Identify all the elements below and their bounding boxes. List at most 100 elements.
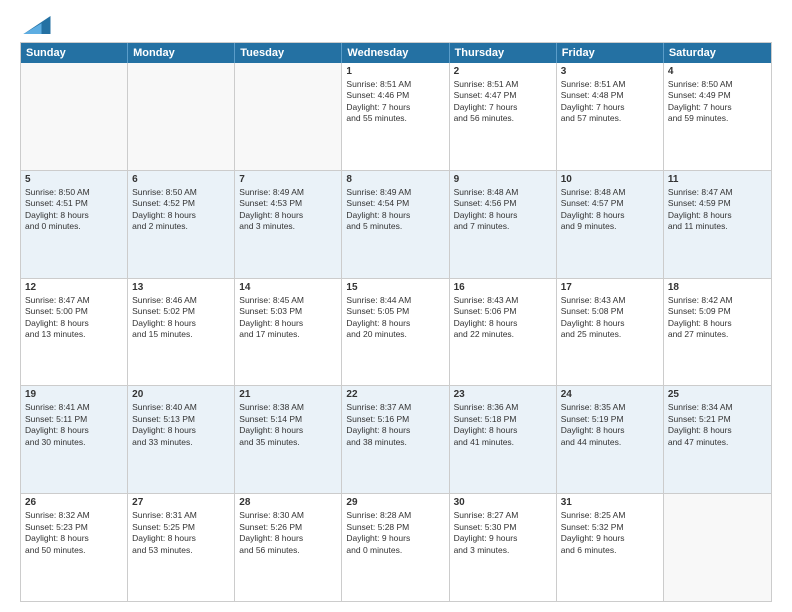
calendar-cell: 2 Sunrise: 8:51 AM Sunset: 4:47 PM Daylig… [450, 63, 557, 170]
day-number: 13 [132, 282, 230, 293]
calendar-cell: 11 Sunrise: 8:47 AM Sunset: 4:59 PM Dayli… [664, 171, 771, 278]
day-number: 1 [346, 66, 444, 77]
day-info: Sunrise: 8:25 AM Sunset: 5:32 PM Dayligh… [561, 510, 659, 556]
header-day-thursday: Thursday [450, 43, 557, 63]
day-info: Sunrise: 8:50 AM Sunset: 4:49 PM Dayligh… [668, 79, 767, 125]
header-day-saturday: Saturday [664, 43, 771, 63]
day-info: Sunrise: 8:42 AM Sunset: 5:09 PM Dayligh… [668, 295, 767, 341]
day-number: 24 [561, 389, 659, 400]
calendar-cell: 28 Sunrise: 8:30 AM Sunset: 5:26 PM Dayli… [235, 494, 342, 601]
day-info: Sunrise: 8:49 AM Sunset: 4:53 PM Dayligh… [239, 187, 337, 233]
day-info: Sunrise: 8:44 AM Sunset: 5:05 PM Dayligh… [346, 295, 444, 341]
day-info: Sunrise: 8:48 AM Sunset: 4:57 PM Dayligh… [561, 187, 659, 233]
day-info: Sunrise: 8:46 AM Sunset: 5:02 PM Dayligh… [132, 295, 230, 341]
header-day-tuesday: Tuesday [235, 43, 342, 63]
calendar-cell: 29 Sunrise: 8:28 AM Sunset: 5:28 PM Dayli… [342, 494, 449, 601]
calendar-cell: 13 Sunrise: 8:46 AM Sunset: 5:02 PM Dayli… [128, 279, 235, 386]
day-info: Sunrise: 8:30 AM Sunset: 5:26 PM Dayligh… [239, 510, 337, 556]
header-day-friday: Friday [557, 43, 664, 63]
calendar-cell: 27 Sunrise: 8:31 AM Sunset: 5:25 PM Dayli… [128, 494, 235, 601]
calendar-cell: 4 Sunrise: 8:50 AM Sunset: 4:49 PM Daylig… [664, 63, 771, 170]
calendar-cell: 14Sunrise: 8:45 AM Sunset: 5:03 PM Dayli… [235, 279, 342, 386]
page: SundayMondayTuesdayWednesdayThursdayFrid… [0, 0, 792, 612]
calendar-cell: 9Sunrise: 8:48 AM Sunset: 4:56 PM Daylig… [450, 171, 557, 278]
calendar-cell: 1 Sunrise: 8:51 AM Sunset: 4:46 PM Daylig… [342, 63, 449, 170]
day-info: Sunrise: 8:31 AM Sunset: 5:25 PM Dayligh… [132, 510, 230, 556]
day-info: Sunrise: 8:50 AM Sunset: 4:52 PM Dayligh… [132, 187, 230, 233]
calendar-row-4: 19 Sunrise: 8:41 AM Sunset: 5:11 PM Dayli… [21, 386, 771, 494]
day-number: 28 [239, 497, 337, 508]
logo [20, 16, 52, 34]
calendar-cell: 21 Sunrise: 8:38 AM Sunset: 5:14 PM Dayli… [235, 386, 342, 493]
calendar-cell [664, 494, 771, 601]
calendar-row-2: 5 Sunrise: 8:50 AM Sunset: 4:51 PM Daylig… [21, 171, 771, 279]
day-number: 16 [454, 282, 552, 293]
calendar-cell: 25 Sunrise: 8:34 AM Sunset: 5:21 PM Dayli… [664, 386, 771, 493]
day-info: Sunrise: 8:32 AM Sunset: 5:23 PM Dayligh… [25, 510, 123, 556]
header-day-sunday: Sunday [21, 43, 128, 63]
day-info: Sunrise: 8:35 AM Sunset: 5:19 PM Dayligh… [561, 402, 659, 448]
calendar-cell: 31 Sunrise: 8:25 AM Sunset: 5:32 PM Dayli… [557, 494, 664, 601]
day-info: Sunrise: 8:43 AM Sunset: 5:06 PM Dayligh… [454, 295, 552, 341]
calendar-cell: 30 Sunrise: 8:27 AM Sunset: 5:30 PM Dayli… [450, 494, 557, 601]
header [20, 16, 772, 34]
day-number: 21 [239, 389, 337, 400]
day-number: 11 [668, 174, 767, 185]
day-number: 12 [25, 282, 123, 293]
day-number: 15 [346, 282, 444, 293]
day-info: Sunrise: 8:27 AM Sunset: 5:30 PM Dayligh… [454, 510, 552, 556]
day-info: Sunrise: 8:47 AM Sunset: 5:00 PM Dayligh… [25, 295, 123, 341]
day-number: 3 [561, 66, 659, 77]
day-number: 23 [454, 389, 552, 400]
day-number: 31 [561, 497, 659, 508]
day-info: Sunrise: 8:51 AM Sunset: 4:47 PM Dayligh… [454, 79, 552, 125]
calendar-cell: 23Sunrise: 8:36 AM Sunset: 5:18 PM Dayli… [450, 386, 557, 493]
calendar-cell: 19 Sunrise: 8:41 AM Sunset: 5:11 PM Dayli… [21, 386, 128, 493]
calendar-cell: 15 Sunrise: 8:44 AM Sunset: 5:05 PM Dayli… [342, 279, 449, 386]
day-info: Sunrise: 8:37 AM Sunset: 5:16 PM Dayligh… [346, 402, 444, 448]
day-info: Sunrise: 8:48 AM Sunset: 4:56 PM Dayligh… [454, 187, 552, 233]
day-info: Sunrise: 8:28 AM Sunset: 5:28 PM Dayligh… [346, 510, 444, 556]
calendar-cell [21, 63, 128, 170]
day-number: 19 [25, 389, 123, 400]
calendar-cell [128, 63, 235, 170]
day-number: 2 [454, 66, 552, 77]
day-number: 20 [132, 389, 230, 400]
calendar-body: 1 Sunrise: 8:51 AM Sunset: 4:46 PM Daylig… [21, 63, 771, 601]
calendar-cell: 6Sunrise: 8:50 AM Sunset: 4:52 PM Daylig… [128, 171, 235, 278]
calendar-cell: 5 Sunrise: 8:50 AM Sunset: 4:51 PM Daylig… [21, 171, 128, 278]
calendar-cell: 10Sunrise: 8:48 AM Sunset: 4:57 PM Dayli… [557, 171, 664, 278]
header-day-wednesday: Wednesday [342, 43, 449, 63]
day-number: 5 [25, 174, 123, 185]
calendar-cell: 3Sunrise: 8:51 AM Sunset: 4:48 PM Daylig… [557, 63, 664, 170]
day-number: 29 [346, 497, 444, 508]
day-number: 26 [25, 497, 123, 508]
day-number: 4 [668, 66, 767, 77]
day-info: Sunrise: 8:51 AM Sunset: 4:46 PM Dayligh… [346, 79, 444, 125]
logo-icon [22, 16, 52, 34]
calendar-row-5: 26 Sunrise: 8:32 AM Sunset: 5:23 PM Dayli… [21, 494, 771, 601]
day-info: Sunrise: 8:34 AM Sunset: 5:21 PM Dayligh… [668, 402, 767, 448]
day-number: 18 [668, 282, 767, 293]
day-info: Sunrise: 8:38 AM Sunset: 5:14 PM Dayligh… [239, 402, 337, 448]
day-info: Sunrise: 8:49 AM Sunset: 4:54 PM Dayligh… [346, 187, 444, 233]
calendar-cell: 24 Sunrise: 8:35 AM Sunset: 5:19 PM Dayli… [557, 386, 664, 493]
day-number: 27 [132, 497, 230, 508]
calendar-header: SundayMondayTuesdayWednesdayThursdayFrid… [21, 43, 771, 63]
calendar-cell: 20Sunrise: 8:40 AM Sunset: 5:13 PM Dayli… [128, 386, 235, 493]
day-info: Sunrise: 8:50 AM Sunset: 4:51 PM Dayligh… [25, 187, 123, 233]
calendar-cell [235, 63, 342, 170]
day-number: 25 [668, 389, 767, 400]
day-info: Sunrise: 8:47 AM Sunset: 4:59 PM Dayligh… [668, 187, 767, 233]
day-info: Sunrise: 8:45 AM Sunset: 5:03 PM Dayligh… [239, 295, 337, 341]
calendar-cell: 22 Sunrise: 8:37 AM Sunset: 5:16 PM Dayli… [342, 386, 449, 493]
day-info: Sunrise: 8:41 AM Sunset: 5:11 PM Dayligh… [25, 402, 123, 448]
day-info: Sunrise: 8:43 AM Sunset: 5:08 PM Dayligh… [561, 295, 659, 341]
day-number: 30 [454, 497, 552, 508]
day-number: 17 [561, 282, 659, 293]
day-number: 7 [239, 174, 337, 185]
calendar-row-3: 12 Sunrise: 8:47 AM Sunset: 5:00 PM Dayli… [21, 279, 771, 387]
calendar-cell: 12 Sunrise: 8:47 AM Sunset: 5:00 PM Dayli… [21, 279, 128, 386]
calendar-cell: 16 Sunrise: 8:43 AM Sunset: 5:06 PM Dayli… [450, 279, 557, 386]
day-number: 22 [346, 389, 444, 400]
